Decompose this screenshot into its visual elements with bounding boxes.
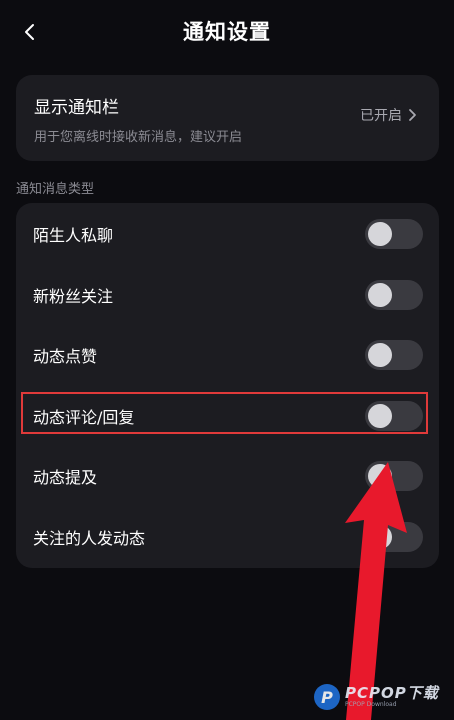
toggle-switch[interactable] xyxy=(365,461,423,491)
toggle-switch[interactable] xyxy=(365,219,423,249)
notification-bar-setting[interactable]: 显示通知栏 用于您离线时接收新消息，建议开启 已开启 xyxy=(16,75,439,161)
toggle-switch[interactable] xyxy=(365,522,423,552)
toggle-row-post-comment: 动态评论/回复 xyxy=(16,386,439,446)
toggle-row-new-follower: 新粉丝关注 xyxy=(16,265,439,325)
toggle-switch[interactable] xyxy=(365,401,423,431)
toggle-row-post-mention: 动态提及 xyxy=(16,446,439,506)
banner-subtitle: 用于您离线时接收新消息，建议开启 xyxy=(34,130,243,145)
banner-status: 已开启 xyxy=(360,108,402,124)
toggle-label: 关注的人发动态 xyxy=(33,529,146,548)
toggle-knob xyxy=(368,404,392,428)
toggle-label: 动态点赞 xyxy=(33,347,98,366)
watermark-logo-icon: P xyxy=(314,684,340,710)
chevron-right-icon xyxy=(409,109,416,121)
toggle-row-followed-post: 关注的人发动态 xyxy=(16,507,439,567)
toggle-row-stranger-chat: 陌生人私聊 xyxy=(16,204,439,264)
toggle-row-post-like: 动态点赞 xyxy=(16,325,439,385)
watermark-subtext: PCPOP Download xyxy=(345,701,397,708)
toggle-knob xyxy=(368,525,392,549)
watermark-text: PCPOP下载 xyxy=(345,684,439,702)
banner-status-link[interactable]: 已开启 xyxy=(360,105,417,125)
toggle-knob xyxy=(368,222,392,246)
section-label: 通知消息类型 xyxy=(16,182,95,197)
toggle-switch[interactable] xyxy=(365,280,423,310)
toggle-knob xyxy=(368,283,392,307)
toggle-label: 动态评论/回复 xyxy=(33,408,135,427)
toggle-knob xyxy=(368,343,392,367)
toggle-switch[interactable] xyxy=(365,340,423,370)
page-title: 通知设置 xyxy=(183,20,271,44)
toggle-label: 陌生人私聊 xyxy=(33,226,114,245)
toggle-list: 陌生人私聊 新粉丝关注 动态点赞 动态评论/回复 动态提及 关注的人发动态 xyxy=(16,203,439,568)
toggle-knob xyxy=(368,464,392,488)
watermark: P PCPOP下载 PCPOP Download xyxy=(314,684,439,710)
banner-title: 显示通知栏 xyxy=(34,98,119,118)
top-bar: 通知设置 xyxy=(0,0,454,64)
toggle-label: 动态提及 xyxy=(33,468,98,487)
toggle-label: 新粉丝关注 xyxy=(33,287,114,306)
